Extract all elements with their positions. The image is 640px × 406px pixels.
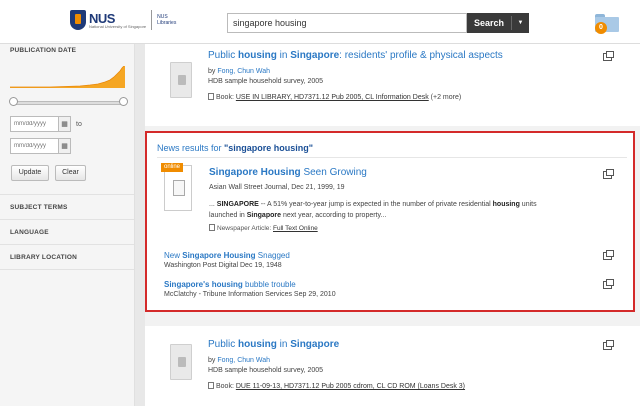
news-title-main[interactable]: Singapore Housing Seen Growing — [209, 167, 367, 178]
availability-link[interactable]: USE IN LIBRARY, HD7371.12 Pub 2005, CL I… — [236, 94, 429, 101]
result-item: Public housing in Singapore by Fong, Chu… — [145, 326, 640, 406]
library-location-heading[interactable]: LIBRARY LOCATION — [10, 254, 77, 261]
subject-terms-heading[interactable]: SUBJECT TERMS — [10, 204, 68, 211]
logo-subtitle: National University of Singapore — [89, 23, 147, 29]
filter-sidebar: PUBLICATION DATE ▦ to ▦ Update Clear SUB… — [0, 44, 135, 406]
news-format: Newspaper Article: Full Text Online — [209, 224, 318, 232]
full-text-online-link[interactable]: Full Text Online — [273, 225, 318, 232]
news-meta-main: Asian Wall Street Journal, Dec 21, 1999,… — [209, 184, 345, 191]
search-button[interactable]: Search ▼ — [467, 13, 529, 33]
nus-libraries-logo[interactable]: NUS National University of Singapore NUS… — [70, 10, 176, 30]
nus-crest-icon — [70, 10, 86, 30]
sidebar-scroll-strip — [135, 44, 145, 406]
search-input[interactable] — [227, 13, 467, 33]
result-author: by Fong, Chun Wah — [208, 357, 271, 364]
logo-nus-text: NUS — [89, 10, 115, 26]
save-to-folder-icon[interactable] — [603, 51, 614, 61]
publication-date-histogram — [10, 66, 125, 88]
start-date-field[interactable] — [10, 116, 59, 132]
publication-date-heading[interactable]: PUBLICATION DATE — [10, 47, 76, 54]
slider-end-handle[interactable] — [119, 97, 128, 106]
online-badge: online — [161, 163, 183, 172]
book-format-icon — [208, 93, 214, 100]
result-item: Public housing in Singapore: residents' … — [145, 44, 640, 126]
search-button-label: Search — [473, 18, 505, 28]
result-title[interactable]: Public housing in Singapore — [208, 339, 339, 350]
book-icon — [170, 62, 192, 98]
folder-count-badge: 0 — [595, 22, 607, 34]
language-heading[interactable]: LANGUAGE — [10, 229, 49, 236]
save-to-folder-icon[interactable] — [603, 169, 614, 179]
start-calendar-icon[interactable]: ▦ — [59, 116, 71, 132]
result-availability: Book: USE IN LIBRARY, HD7371.12 Pub 2005… — [208, 93, 461, 101]
clear-button[interactable]: Clear — [55, 165, 86, 181]
news-snippet: ... SINGAPORE -- A 51% year-to-year jump… — [209, 201, 537, 219]
logo-divider — [151, 10, 153, 30]
end-date-field[interactable] — [10, 138, 59, 154]
date-range-slider[interactable] — [12, 101, 124, 105]
result-note: HDB sample household survey, 2005 — [208, 367, 324, 374]
search-options-chevron-down-icon[interactable]: ▼ — [512, 20, 529, 26]
top-header: NUS National University of Singapore NUS… — [0, 0, 640, 44]
author-link[interactable]: Fong, Chun Wah — [217, 68, 270, 75]
news-results-heading: News results for "singapore housing" — [157, 143, 314, 153]
news-title-3[interactable]: Singapore's housing bubble trouble — [164, 280, 296, 289]
book-format-icon — [208, 382, 214, 389]
book-icon — [170, 344, 192, 380]
news-meta-2: Washington Post Digital Dec 19, 1948 — [164, 262, 282, 269]
end-calendar-icon[interactable]: ▦ — [59, 138, 71, 154]
author-link[interactable]: Fong, Chun Wah — [217, 357, 270, 364]
result-note: HDB sample household survey, 2005 — [208, 78, 324, 85]
result-title[interactable]: Public housing in Singapore: residents' … — [208, 50, 503, 61]
result-availability: Book: DUE 11-09-13, HD7371.12 Pub 2005 c… — [208, 382, 465, 390]
news-title-2[interactable]: New Singapore Housing Snagged — [164, 251, 290, 260]
save-to-folder-icon[interactable] — [603, 340, 614, 350]
news-results-box: News results for "singapore housing" onl… — [145, 131, 635, 312]
newspaper-format-icon — [209, 224, 215, 231]
news-meta-3: McClatchy - Tribune Information Services… — [164, 291, 336, 298]
slider-start-handle[interactable] — [9, 97, 18, 106]
to-label: to — [76, 121, 82, 128]
update-button[interactable]: Update — [11, 165, 49, 181]
logo-libraries-line2: Libraries — [157, 20, 177, 26]
availability-link[interactable]: DUE 11-09-13, HD7371.12 Pub 2005 cdrom, … — [236, 383, 465, 390]
save-to-folder-icon[interactable] — [603, 250, 614, 260]
result-author: by Fong, Chun Wah — [208, 68, 271, 75]
save-to-folder-icon[interactable] — [603, 279, 614, 289]
